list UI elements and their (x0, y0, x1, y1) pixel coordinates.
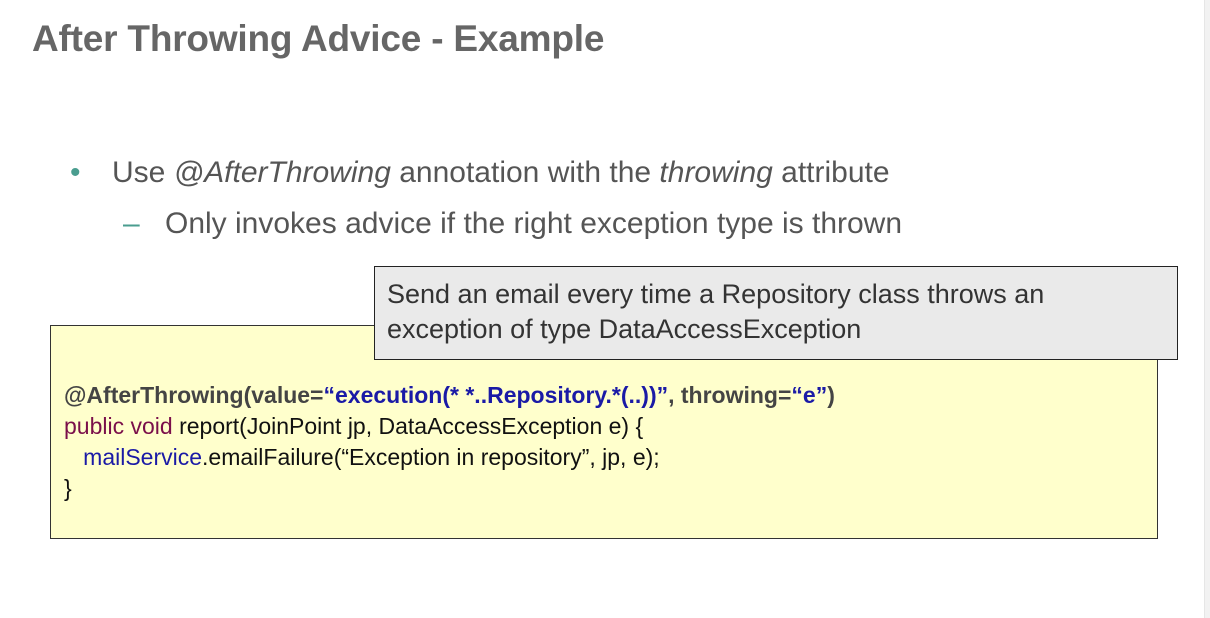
bullet-annotation: @AfterThrowing (173, 156, 391, 189)
code-throwing-attr: , throwing= (668, 382, 792, 408)
bullet-item: • Use @AfterThrowing annotation with the … (70, 156, 890, 190)
code-field: mailService (83, 444, 203, 470)
bullet-middle: annotation with the (390, 156, 660, 189)
subbullet-text: Only invokes advice if the right excepti… (165, 207, 903, 240)
bullet-prefix: Use (112, 156, 174, 189)
code-annotation: @AfterThrowing(value= (64, 382, 324, 408)
code-throwing-value: “e” (791, 382, 828, 408)
callout-line-2: exception of type DataAccessException (387, 314, 862, 344)
code-line-1: @AfterThrowing(value=“execution(* *..Rep… (64, 380, 835, 411)
code-keyword: public void (64, 413, 173, 439)
subbullet-item: – Only invokes advice if the right except… (123, 207, 902, 241)
code-close-paren: ) (827, 382, 835, 408)
bullet-marker: • (70, 156, 81, 189)
code-pointcut-string: “execution(* *..Repository.*(..))” (323, 382, 669, 408)
code-line-4: } (64, 475, 72, 501)
bullet-suffix: attribute (772, 156, 890, 189)
code-line-3: mailService.emailFailure(“Exception in r… (64, 442, 835, 473)
bullet-attribute: throwing (659, 156, 773, 189)
code-block: @AfterThrowing(value=“execution(* *..Rep… (64, 380, 835, 504)
code-line-2: public void report(JoinPoint jp, DataAcc… (64, 411, 835, 442)
page-edge-scrollbar[interactable] (1204, 0, 1210, 618)
slide: After Throwing Advice - Example • Use @Af… (0, 0, 1204, 618)
code-signature: report(JoinPoint jp, DataAccessException… (172, 413, 644, 439)
callout-line-1: Send an email every time a Repository cl… (387, 279, 1045, 309)
subbullet-marker: – (123, 207, 140, 240)
code-call: .emailFailure(“Exception in repository”,… (202, 444, 660, 470)
callout-box: Send an email every time a Repository cl… (374, 266, 1178, 360)
slide-title: After Throwing Advice - Example (32, 18, 605, 59)
